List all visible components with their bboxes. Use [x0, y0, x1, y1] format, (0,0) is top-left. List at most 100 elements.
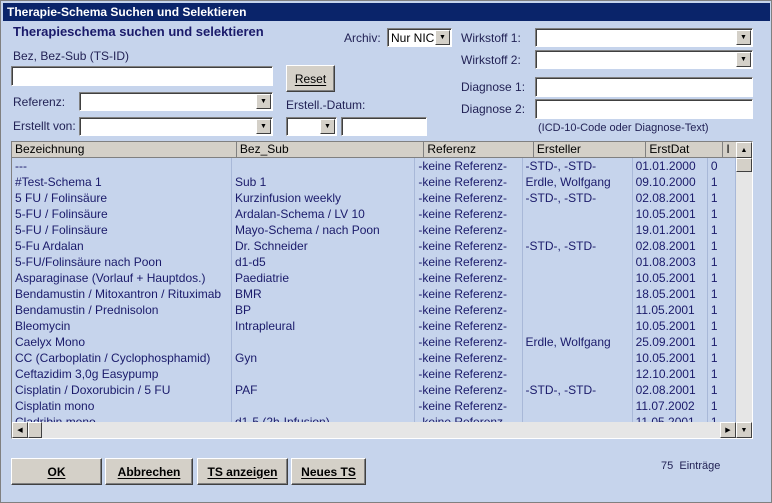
- table-cell: 10.05.2001: [633, 318, 708, 334]
- reset-button-label: Reset: [294, 71, 327, 86]
- table-cell: 5-FU / Folinsäure: [12, 222, 232, 238]
- table-row[interactable]: #Test-Schema 1 Sub 1 -keine Referenz- Erdle…: [12, 174, 736, 190]
- chevron-down-icon[interactable]: ▼: [320, 119, 335, 134]
- chevron-down-icon[interactable]: ▼: [435, 30, 450, 45]
- table-cell: 5-Fu Ardalan: [12, 238, 232, 254]
- table-cell: [523, 222, 633, 238]
- table-cell: Caelyx Mono: [12, 334, 232, 350]
- table-cell: [523, 350, 633, 366]
- wirkstoff2-select[interactable]: ▼: [535, 50, 753, 69]
- table-row[interactable]: --- -keine Referenz- -STD-, -STD- 01.01.200…: [12, 158, 736, 174]
- table-cell: -keine Referenz-: [415, 302, 523, 318]
- column-header[interactable]: ErstDat: [646, 142, 724, 158]
- table-cell: CC (Carboplatin / Cyclophosphamid): [12, 350, 232, 366]
- column-header[interactable]: Referenz: [424, 142, 534, 158]
- table-cell: [523, 302, 633, 318]
- table-row[interactable]: 5 FU / Folinsäure Kurzinfusion weekly -kei…: [12, 190, 736, 206]
- entry-count-value: 75: [661, 460, 674, 472]
- table-cell: 1: [708, 254, 736, 270]
- table-row[interactable]: 5-Fu Ardalan Dr. Schneider -keine Referenz…: [12, 238, 736, 254]
- table-cell: 5 FU / Folinsäure: [12, 190, 232, 206]
- referenz-select[interactable]: ▼: [79, 92, 273, 111]
- vertical-scroll-thumb[interactable]: [736, 158, 752, 172]
- horizontal-scroll-thumb[interactable]: [28, 422, 42, 438]
- table-row[interactable]: 5-FU / Folinsäure Ardalan-Schema / LV 10-…: [12, 206, 736, 222]
- table-cell: 1: [708, 270, 736, 286]
- diagnose1-input[interactable]: [535, 77, 753, 97]
- table-cell: -STD-, -STD-: [523, 382, 633, 398]
- chevron-down-icon[interactable]: ▼: [256, 94, 271, 109]
- diagnose2-input[interactable]: [535, 99, 753, 119]
- wirkstoff1-select[interactable]: ▼: [535, 28, 753, 47]
- table-cell: 1: [708, 238, 736, 254]
- table-cell: [232, 334, 416, 350]
- table-cell: PAF: [232, 382, 416, 398]
- table-cell: 10.05.2001: [633, 350, 708, 366]
- table-cell: 1: [708, 382, 736, 398]
- dialog-window: Therapie-Schema Suchen und Selektieren T…: [0, 0, 772, 503]
- table-row[interactable]: 5-FU / Folinsäure Mayo-Schema / nach Poon…: [12, 222, 736, 238]
- table-cell: 1: [708, 222, 736, 238]
- table-row[interactable]: Bendamustin / Prednisolon BP -keine Refere…: [12, 302, 736, 318]
- bez-input[interactable]: [11, 66, 273, 86]
- table-cell: [232, 366, 416, 382]
- neues-ts-button[interactable]: Neues TS: [291, 458, 366, 485]
- erstell-datum-operator-select[interactable]: ▼: [286, 117, 337, 136]
- scroll-down-icon[interactable]: ▼: [736, 422, 752, 438]
- vertical-scrollbar[interactable]: ▲ ▼: [736, 142, 752, 438]
- scroll-up-icon[interactable]: ▲: [736, 142, 752, 158]
- table-row[interactable]: CC (Carboplatin / Cyclophosphamid) Gyn -ke…: [12, 350, 736, 366]
- table-cell: [523, 366, 633, 382]
- window-title: Therapie-Schema Suchen und Selektieren: [3, 3, 770, 21]
- table-cell: Erdle, Wolfgang: [523, 334, 633, 350]
- erstell-datum-input[interactable]: [341, 117, 427, 136]
- abbrechen-button[interactable]: Abbrechen: [105, 458, 193, 485]
- table-cell: 1: [708, 286, 736, 302]
- table-cell: -keine Referenz-: [415, 254, 523, 270]
- horizontal-scrollbar[interactable]: ◀ ▶: [12, 422, 736, 438]
- table-body[interactable]: --- -keine Referenz- -STD-, -STD- 01.01.200…: [12, 158, 736, 438]
- table-cell: 18.05.2001: [633, 286, 708, 302]
- table-cell: Erdle, Wolfgang: [523, 174, 633, 190]
- table-row[interactable]: Cisplatin / Doxorubicin / 5 FU PAF -keine …: [12, 382, 736, 398]
- table-row[interactable]: Bleomycin Intrapleural -keine Referenz- 10.…: [12, 318, 736, 334]
- table-cell: -keine Referenz-: [415, 158, 523, 174]
- table-cell: 10.05.2001: [633, 270, 708, 286]
- table-row[interactable]: 5-FU/Folinsäure nach Poon d1-d5 -keine Ref…: [12, 254, 736, 270]
- table-cell: -keine Referenz-: [415, 270, 523, 286]
- chevron-down-icon[interactable]: ▼: [736, 30, 751, 45]
- table-cell: -STD-, -STD-: [523, 158, 633, 174]
- results-table[interactable]: Bezeichnung Bez_Sub Referenz Ersteller ErstD…: [11, 141, 753, 439]
- erstellt-von-select[interactable]: ▼: [79, 117, 273, 136]
- table-cell: 1: [708, 350, 736, 366]
- table-row[interactable]: Bendamustin / Mitoxantron / Rituximab BMR…: [12, 286, 736, 302]
- scroll-left-icon[interactable]: ◀: [12, 422, 28, 438]
- table-cell: -keine Referenz-: [415, 222, 523, 238]
- table-cell: -keine Referenz-: [415, 318, 523, 334]
- table-row[interactable]: Ceftazidim 3,0g Easypump -keine Referenz-…: [12, 366, 736, 382]
- chevron-down-icon[interactable]: ▼: [256, 119, 271, 134]
- table-cell: 5-FU / Folinsäure: [12, 206, 232, 222]
- chevron-down-icon[interactable]: ▼: [736, 52, 751, 67]
- table-cell: [523, 398, 633, 414]
- table-cell: Ardalan-Schema / LV 10: [232, 206, 416, 222]
- table-cell: 02.08.2001: [633, 238, 708, 254]
- table-row[interactable]: Asparaginase (Vorlauf + Hauptdos.) Paedia…: [12, 270, 736, 286]
- column-header[interactable]: Bez_Sub: [236, 142, 425, 158]
- table-cell: 0: [708, 158, 736, 174]
- reset-button[interactable]: Reset: [286, 65, 335, 92]
- table-cell: Bleomycin: [12, 318, 232, 334]
- archiv-select[interactable]: Nur NIC ▼: [387, 28, 452, 47]
- table-row[interactable]: Cisplatin mono -keine Referenz- 11.07.2002…: [12, 398, 736, 414]
- ts-anzeigen-button[interactable]: TS anzeigen: [197, 458, 288, 485]
- table-row[interactable]: Caelyx Mono -keine Referenz- Erdle, Wolfga…: [12, 334, 736, 350]
- scroll-right-icon[interactable]: ▶: [720, 422, 736, 438]
- table-cell: BMR: [232, 286, 416, 302]
- column-header[interactable]: Bezeichnung: [12, 142, 237, 158]
- column-header[interactable]: Ersteller: [533, 142, 647, 158]
- diagnose-hint: (ICD-10-Code oder Diagnose-Text): [538, 122, 709, 134]
- bez-label: Bez, Bez-Sub (TS-ID): [13, 49, 130, 63]
- ok-button[interactable]: OK: [11, 458, 102, 485]
- table-cell: -keine Referenz-: [415, 334, 523, 350]
- table-header: Bezeichnung Bez_Sub Referenz Ersteller ErstD…: [12, 142, 752, 158]
